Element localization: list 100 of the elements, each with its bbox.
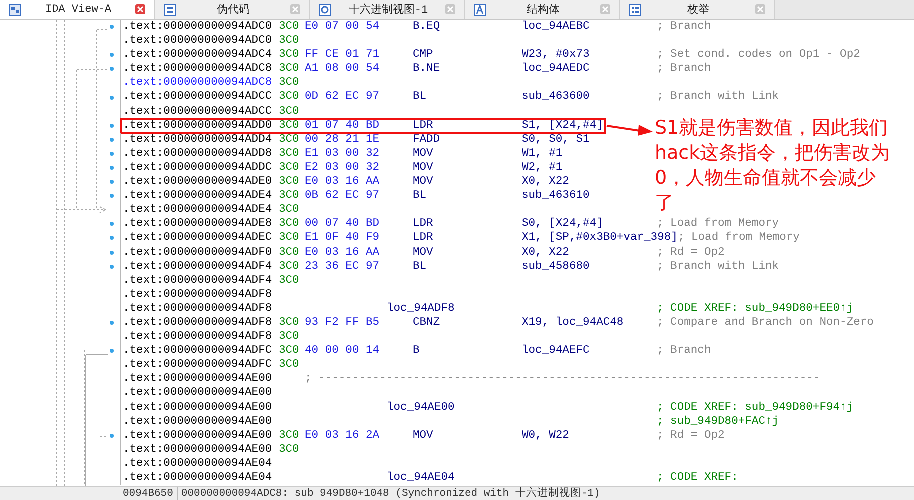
tab[interactable]: 伪代码	[155, 0, 310, 19]
code-label[interactable]: loc_94AE00	[387, 400, 657, 415]
opcode-bytes: E0 03 16 AA	[305, 246, 381, 260]
address[interactable]: .text:000000000094ADF0	[123, 246, 279, 260]
address[interactable]: .text:000000000094ADF8	[123, 288, 279, 302]
stack-pointer: 3C0	[279, 358, 300, 372]
tab[interactable]: IDA View-A	[0, 0, 155, 19]
breakpoint-dot	[110, 236, 114, 240]
code-label[interactable]: loc_94AE04	[387, 471, 657, 486]
address[interactable]: .text:000000000094AE00	[123, 428, 279, 443]
operands: W23, #0x73	[522, 48, 591, 62]
address[interactable]: .text:000000000094AE04	[123, 456, 279, 471]
operands: W1, #1	[522, 146, 564, 161]
address[interactable]: .text:000000000094AE04	[123, 471, 279, 486]
close-icon[interactable]	[135, 4, 146, 15]
mnemonic: MOV	[413, 146, 434, 161]
address[interactable]: .text:000000000094ADCC	[123, 104, 279, 119]
tab[interactable]: 十六进制视图-1	[310, 0, 465, 19]
xref-comment[interactable]: ; CODE XREF: sub_949D80+EE0↑j	[657, 302, 854, 316]
opcode-bytes: E0 07 00 54	[305, 20, 381, 34]
stack-pointer: 3C0	[279, 246, 300, 260]
address[interactable]: .text:000000000094ADE0	[123, 175, 279, 190]
mnemonic: MOV	[413, 246, 434, 260]
code-label[interactable]: loc_94ADF8	[387, 302, 657, 316]
address[interactable]: .text:000000000094ADF8	[123, 302, 279, 316]
operands: loc_94AEDC	[522, 62, 591, 76]
address[interactable]: .text:000000000094ADDC	[123, 160, 279, 176]
address[interactable]: .text:000000000094ADF8	[123, 330, 279, 344]
comment: ; Branch with Link	[657, 260, 780, 274]
address[interactable]: .text:000000000094ADD4	[123, 132, 279, 147]
mnemonic: B	[413, 344, 421, 358]
stack-pointer: 3C0	[279, 274, 300, 288]
address[interactable]: .text:000000000094ADFC	[123, 344, 279, 358]
stack-pointer: 3C0	[279, 428, 300, 443]
mnemonic: BL	[413, 90, 428, 105]
xref-comment[interactable]: ; CODE XREF:	[657, 471, 738, 486]
breakpoint-dot	[110, 222, 114, 226]
address[interactable]: .text:000000000094ADE8	[123, 217, 279, 232]
breakpoint-dot	[110, 264, 114, 269]
mnemonic: BL	[413, 189, 428, 204]
view-icon	[473, 2, 487, 16]
address[interactable]: .text:000000000094ADC4	[123, 48, 279, 62]
address[interactable]: .text:000000000094ADF8	[123, 316, 279, 330]
status-location: 000000000094ADC8: sub 949D80+1048 (Synchronized with 十六进制视图-1)	[180, 487, 600, 500]
address[interactable]: .text:000000000094AE00	[123, 372, 279, 386]
address[interactable]: .text:000000000094AE00	[123, 386, 279, 401]
stack-pointer: 3C0	[279, 118, 300, 133]
comment: ; Rd = Op2	[657, 428, 725, 443]
opcode-bytes: E2 03 00 32	[305, 160, 381, 176]
opcode-bytes: 0B 62 EC 97	[305, 189, 381, 204]
stack-pointer: 3C0	[279, 76, 300, 90]
address[interactable]: .text:000000000094ADC8	[123, 76, 279, 90]
address[interactable]: .text:000000000094AE00	[123, 414, 279, 429]
xref-comment[interactable]: ; sub_949D80+FAC↑j	[657, 414, 780, 429]
xref-comment[interactable]: ; CODE XREF: sub_949D80+F94↑j	[657, 400, 854, 415]
tab[interactable]: 结构体	[465, 0, 620, 19]
opcode-bytes: 93 F2 FF B5	[305, 316, 381, 330]
tab[interactable]: 枚举	[620, 0, 775, 19]
address[interactable]: .text:000000000094ADE4	[123, 189, 279, 204]
operands: loc_94AEBC	[522, 20, 591, 34]
mnemonic: FADD	[413, 132, 442, 147]
stack-pointer: 3C0	[279, 146, 300, 161]
breakpoint-dot	[110, 250, 114, 255]
breakpoint-dot	[110, 194, 114, 198]
stack-pointer: 3C0	[279, 316, 300, 330]
comment: ; Rd = Op2	[657, 246, 725, 260]
stack-pointer: 3C0	[279, 260, 300, 274]
stack-pointer: 3C0	[279, 90, 300, 105]
address[interactable]: .text:000000000094ADF4	[123, 260, 279, 274]
operands: W2, #1	[522, 160, 564, 176]
operands: loc_94AEFC	[522, 344, 591, 358]
address[interactable]: .text:000000000094ADC0	[123, 34, 279, 48]
address[interactable]: .text:000000000094ADE4	[123, 203, 279, 218]
address[interactable]: .text:000000000094ADD0	[123, 118, 279, 133]
operands: X0, X22	[522, 175, 570, 190]
address[interactable]: .text:000000000094ADC0	[123, 20, 279, 34]
stack-pointer: 3C0	[279, 442, 300, 457]
address[interactable]: .text:000000000094AE00	[123, 442, 279, 457]
breakpoint-dot	[110, 180, 114, 184]
breakpoint-dot	[110, 67, 114, 72]
status-offset: 0094B650	[0, 487, 178, 500]
comment: ; Set cond. codes on Op1 - Op2	[657, 48, 860, 62]
stack-pointer: 3C0	[279, 189, 300, 204]
annotation-text: S1就是伤害数值，因此我们hack这条指令，把伤害改为0，人物生命值就不会减少了	[655, 116, 891, 216]
address[interactable]: .text:000000000094ADCC	[123, 90, 279, 105]
view-icon	[628, 2, 642, 16]
address[interactable]: .text:000000000094ADF4	[123, 274, 279, 288]
opcode-bytes: E0 03 16 2A	[305, 428, 381, 443]
address[interactable]: .text:000000000094ADD8	[123, 146, 279, 161]
mnemonic: MOV	[413, 428, 434, 443]
address[interactable]: .text:000000000094ADFC	[123, 358, 279, 372]
view-icon	[8, 2, 22, 16]
address[interactable]: .text:000000000094ADEC	[123, 231, 279, 246]
address[interactable]: .text:000000000094ADC8	[123, 62, 279, 76]
address[interactable]: .text:000000000094AE00	[123, 400, 279, 415]
mnemonic: MOV	[413, 175, 434, 190]
breakpoint-dot	[110, 25, 114, 30]
stack-pointer: 3C0	[279, 34, 300, 48]
opcode-bytes: E0 03 16 AA	[305, 175, 381, 190]
operands: S0, S0, S1	[522, 132, 591, 147]
